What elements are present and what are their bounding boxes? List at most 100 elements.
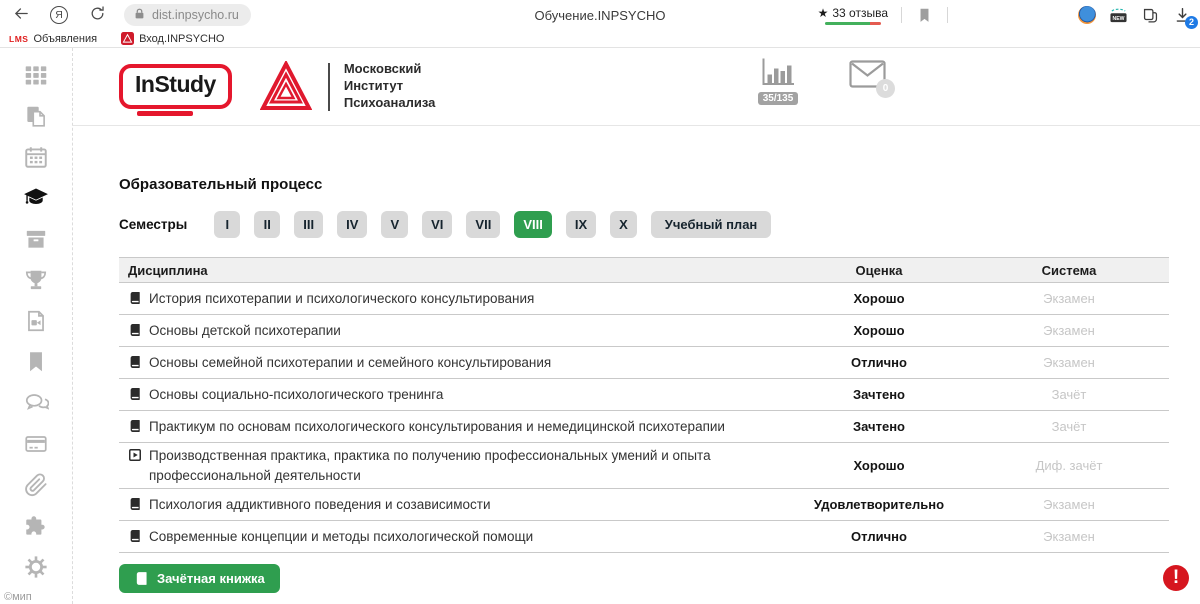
browser-extension-icon[interactable] xyxy=(1078,6,1096,24)
semester-button-II[interactable]: II xyxy=(254,211,280,238)
system-cell: Экзамен xyxy=(969,323,1169,338)
sidebar-item-video[interactable] xyxy=(23,308,49,334)
discipline-cell[interactable]: Основы семейной психотерапии и семейного… xyxy=(119,353,789,373)
discipline-cell[interactable]: Основы социально-психологического тренин… xyxy=(119,385,789,405)
curriculum-button[interactable]: Учебный план xyxy=(651,211,771,238)
discipline-name: История психотерапии и психологического … xyxy=(149,289,534,309)
book-icon xyxy=(128,497,142,511)
sidebar-item-puzzle[interactable] xyxy=(23,513,49,539)
semester-button-I[interactable]: I xyxy=(214,211,240,238)
table-row: Практикум по основам психологического ко… xyxy=(119,411,1169,443)
semester-button-X[interactable]: X xyxy=(610,211,637,238)
discipline-name: Основы семейной психотерапии и семейного… xyxy=(149,353,551,373)
book-icon xyxy=(134,571,149,586)
back-arrow-icon xyxy=(13,5,30,25)
bookmark-label: Объявления xyxy=(33,33,97,45)
sidebar-nav: ©мип xyxy=(0,48,73,604)
disciplines-table-body: История психотерапии и психологического … xyxy=(119,283,1169,553)
book-icon xyxy=(128,291,142,305)
sidebar-item-grid[interactable] xyxy=(23,62,49,88)
grade-cell: Хорошо xyxy=(789,458,969,473)
sidebar-item-trophy[interactable] xyxy=(23,267,49,293)
sidebar-item-paperclip[interactable] xyxy=(23,472,49,498)
semester-button-VII[interactable]: VII xyxy=(466,211,500,238)
progress-stats-button[interactable]: 35/135 xyxy=(756,57,800,105)
semester-button-VI[interactable]: VI xyxy=(422,211,452,238)
reviews-rating-bar xyxy=(825,22,881,25)
discipline-name: Основы социально-психологического тренин… xyxy=(149,385,443,405)
sidebar-item-bookmark[interactable] xyxy=(23,349,49,375)
discipline-cell[interactable]: Психология аддиктивного поведения и соза… xyxy=(119,495,789,515)
reviews-count: 33 отзыва xyxy=(832,6,888,20)
header-divider xyxy=(328,63,330,111)
bar-chart-icon xyxy=(759,57,797,91)
grade-cell: Хорошо xyxy=(789,323,969,338)
alert-icon[interactable] xyxy=(1163,565,1189,591)
grade-cell: Отлично xyxy=(789,529,969,544)
sidebar-item-gear[interactable] xyxy=(23,554,49,580)
discipline-cell[interactable]: Производственная практика, практика по п… xyxy=(119,446,789,485)
semester-button-IV[interactable]: IV xyxy=(337,211,367,238)
refresh-button[interactable] xyxy=(86,4,108,26)
table-row: История психотерапии и психологического … xyxy=(119,283,1169,315)
new-feature-button[interactable]: NEW xyxy=(1109,6,1128,25)
star-icon xyxy=(818,6,829,20)
book-icon xyxy=(128,419,142,433)
sidebar-item-calendar[interactable] xyxy=(23,144,49,170)
sidebar-item-archive[interactable] xyxy=(23,226,49,252)
semester-button-VIII[interactable]: VIII xyxy=(514,211,552,238)
semester-button-III[interactable]: III xyxy=(294,211,323,238)
collections-button[interactable] xyxy=(1141,6,1160,25)
address-bar[interactable]: dist.inpsycho.ru xyxy=(124,4,251,26)
table-row: Производственная практика, практика по п… xyxy=(119,443,1169,489)
new-badge-icon: NEW xyxy=(1109,6,1128,25)
messages-button[interactable]: 0 xyxy=(849,60,886,91)
page-title: Образовательный процесс xyxy=(119,176,1200,193)
url-text: dist.inpsycho.ru xyxy=(152,8,239,22)
table-row: Основы детской психотерапии ХорошоЭкзамен xyxy=(119,315,1169,347)
discipline-name: Основы детской психотерапии xyxy=(149,321,341,341)
sidebar-item-graduation[interactable] xyxy=(23,185,49,211)
bookmark-flag-button[interactable] xyxy=(915,6,934,25)
discipline-cell[interactable]: Современные концепции и методы психологи… xyxy=(119,527,789,547)
bookmark-label: Вход.INPSYCHO xyxy=(139,33,224,45)
system-cell: Экзамен xyxy=(969,355,1169,370)
column-discipline: Дисциплина xyxy=(119,263,789,278)
bookmark-login[interactable]: Вход.INPSYCHO xyxy=(121,32,224,45)
discipline-name: Психология аддиктивного поведения и соза… xyxy=(149,495,490,515)
grade-cell: Зачтено xyxy=(789,419,969,434)
discipline-cell[interactable]: Практикум по основам психологического ко… xyxy=(119,417,789,437)
book-icon xyxy=(128,323,142,337)
semesters-label: Семестры xyxy=(119,217,187,232)
system-cell: Зачёт xyxy=(969,387,1169,402)
instudy-logo[interactable]: InStudy xyxy=(119,64,232,109)
column-grade: Оценка xyxy=(789,263,969,278)
grade-cell: Хорошо xyxy=(789,291,969,306)
table-row: Основы социально-психологического тренин… xyxy=(119,379,1169,411)
yandex-button[interactable]: Я xyxy=(48,4,70,26)
downloads-button[interactable]: 2 xyxy=(1173,6,1192,25)
sidebar-item-documents[interactable] xyxy=(23,103,49,129)
sidebar-item-chat[interactable] xyxy=(23,390,49,416)
lock-icon xyxy=(133,7,146,23)
toolbar-separator xyxy=(947,7,948,23)
back-button[interactable] xyxy=(10,4,32,26)
disciplines-table: Дисциплина Оценка Система История психот… xyxy=(119,257,1169,553)
toolbar-separator xyxy=(901,7,902,23)
book-icon xyxy=(128,355,142,369)
sidebar-item-card[interactable] xyxy=(23,431,49,457)
institute-name: Московский Институт Психоанализа xyxy=(344,61,436,112)
collections-icon xyxy=(1141,6,1160,25)
semester-button-IX[interactable]: IX xyxy=(566,211,596,238)
grade-cell: Отлично xyxy=(789,355,969,370)
semester-button-V[interactable]: V xyxy=(381,211,408,238)
book-icon xyxy=(128,387,142,401)
discipline-cell[interactable]: Основы детской психотерапии xyxy=(119,321,789,341)
reviews-widget[interactable]: 33 отзыва xyxy=(818,6,888,25)
institute-logo-icon[interactable] xyxy=(260,61,312,113)
system-cell: Экзамен xyxy=(969,497,1169,512)
gradebook-button[interactable]: Зачётная книжка xyxy=(119,564,280,593)
bookmark-announcements[interactable]: LMS Объявления xyxy=(9,33,97,45)
discipline-cell[interactable]: История психотерапии и психологического … xyxy=(119,289,789,309)
semester-list: IIIIIIIVVVIVIIVIIIIXX xyxy=(214,211,637,238)
